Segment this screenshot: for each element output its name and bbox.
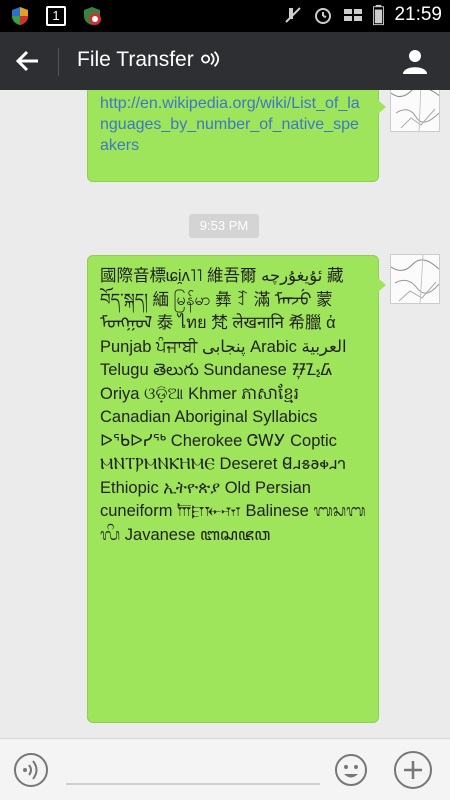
emoji-icon[interactable] bbox=[334, 753, 368, 787]
message-bubble[interactable]: 國際音標ɩɕi̯ʌ˥˥ 維吾爾 ئۇيغۇرچە 藏 བོད་སྐད། 緬 မြ… bbox=[87, 255, 379, 723]
bubble-tail bbox=[378, 100, 386, 114]
map-avatar-image bbox=[391, 255, 439, 303]
message-input[interactable] bbox=[66, 783, 320, 785]
notification-count-icon: 1 bbox=[46, 6, 66, 26]
message-bubble[interactable]: http://en.wikipedia.org/wiki/List_of_lan… bbox=[87, 90, 379, 182]
signal-icon bbox=[344, 9, 363, 21]
message-text[interactable]: 國際音標ɩɕi̯ʌ˥˥ 維吾爾 ئۇيغۇرچە 藏 བོད་སྐད། 緬 မြ… bbox=[100, 265, 370, 547]
bubble-tail bbox=[378, 278, 386, 292]
divider bbox=[58, 48, 59, 76]
app-bar: File Transfer bbox=[0, 32, 450, 90]
battery-icon bbox=[373, 4, 385, 26]
timestamp: 9:53 PM bbox=[189, 214, 259, 238]
voice-icon[interactable] bbox=[14, 753, 48, 787]
chat-area[interactable]: http://en.wikipedia.org/wiki/List_of_lan… bbox=[0, 90, 450, 738]
plus-icon[interactable] bbox=[394, 751, 432, 789]
clock: 21:59 bbox=[394, 4, 442, 25]
message-link[interactable]: http://en.wikipedia.org/wiki/List_of_lan… bbox=[100, 93, 366, 156]
mute-icon bbox=[285, 7, 302, 23]
alarm-icon bbox=[315, 8, 332, 24]
shield-icon bbox=[12, 7, 28, 25]
avatar[interactable] bbox=[390, 254, 440, 304]
avatar[interactable] bbox=[390, 90, 440, 132]
map-avatar-image bbox=[391, 90, 439, 131]
unread-icon bbox=[200, 51, 219, 67]
page-title: File Transfer bbox=[77, 48, 222, 72]
input-bar bbox=[0, 738, 450, 800]
status-bar: 1 21:59 bbox=[0, 0, 450, 32]
back-arrow-icon[interactable] bbox=[14, 47, 42, 75]
app-icon bbox=[84, 7, 101, 25]
person-icon[interactable] bbox=[400, 46, 430, 76]
